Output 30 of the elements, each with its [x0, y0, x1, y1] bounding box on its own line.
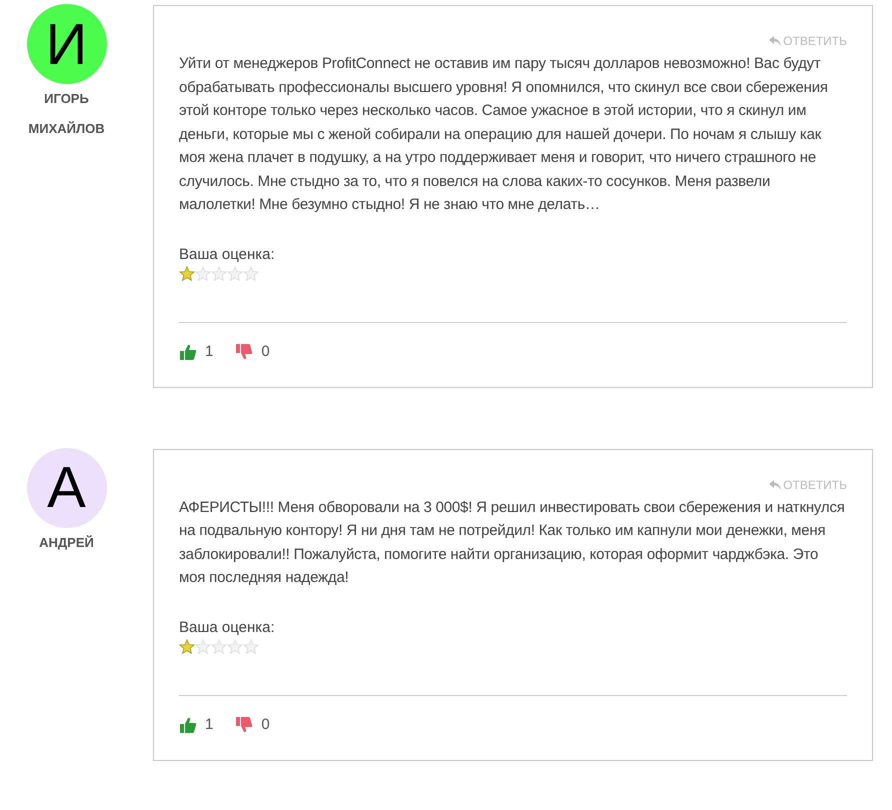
rating-label: Ваша оценка:	[179, 246, 275, 262]
dislike-button[interactable]: 0	[235, 342, 270, 360]
reply-icon	[769, 480, 782, 490]
reply-icon	[769, 36, 782, 46]
like-button[interactable]: 1	[179, 716, 214, 734]
review-text: Уйти от менеджеров ProfitConnect не оставив им пару тысяч долларов невозможно! Вас будут обрабатывать профессионалы высшего уровня! Я опомнился, что скинул все свои сбережения этой конторе только через несколько часов. Самое ужасное в этой истории, что я скинул им деньги, которые мы с женой собирали на операцию для нашей дочери. По ночам я слышу как моя жена плачет в подушку, а на утро поддерживает меня и говорит, что ничего страшного не случилось. Мне стыдно за то, что я повелся на слова каких-то сосунков. Меня развели малолетки! Мне безумно стыдно! Я не знаю что мне делать…	[179, 54, 829, 215]
star-icon	[195, 266, 211, 282]
star-icon	[195, 638, 211, 654]
thumbs-up-icon	[179, 342, 197, 360]
star-rating[interactable]	[179, 638, 259, 654]
avatar: А	[26, 448, 106, 528]
star-icon	[227, 266, 243, 282]
rating-label: Ваша оценка:	[179, 618, 275, 636]
star-icon	[211, 638, 227, 654]
avatar: И	[26, 4, 106, 84]
thumbs-up-icon	[179, 716, 197, 734]
star-rating[interactable]	[179, 266, 259, 282]
thumbs-down-icon	[235, 342, 254, 360]
star-icon	[211, 266, 227, 282]
dislike-button[interactable]: 0	[235, 716, 270, 734]
author-name: ИГОРЬ МИХАЙЛОВ	[27, 90, 106, 138]
review-text: АФЕРИСТЫ!!! Меня обворовали на 3 000$! Я решил инвестировать свои сбережения и наткнулся на подвальную контору! Я ни дня там не потрейдил! Как только им капнули мои денежки, меня заблокировали!! Пожалуйста, помогите найти организацию, которая оформит чарджбэка. Это моя последняя надежда!	[179, 498, 846, 588]
author-name: АНДРЕЙ	[38, 534, 95, 552]
star-icon	[227, 638, 243, 654]
star-icon	[179, 638, 195, 654]
star-icon	[179, 266, 195, 282]
thumbs-down-icon	[235, 716, 254, 734]
like-button[interactable]: 1	[179, 342, 214, 360]
star-icon	[243, 638, 259, 654]
star-icon	[243, 266, 259, 282]
